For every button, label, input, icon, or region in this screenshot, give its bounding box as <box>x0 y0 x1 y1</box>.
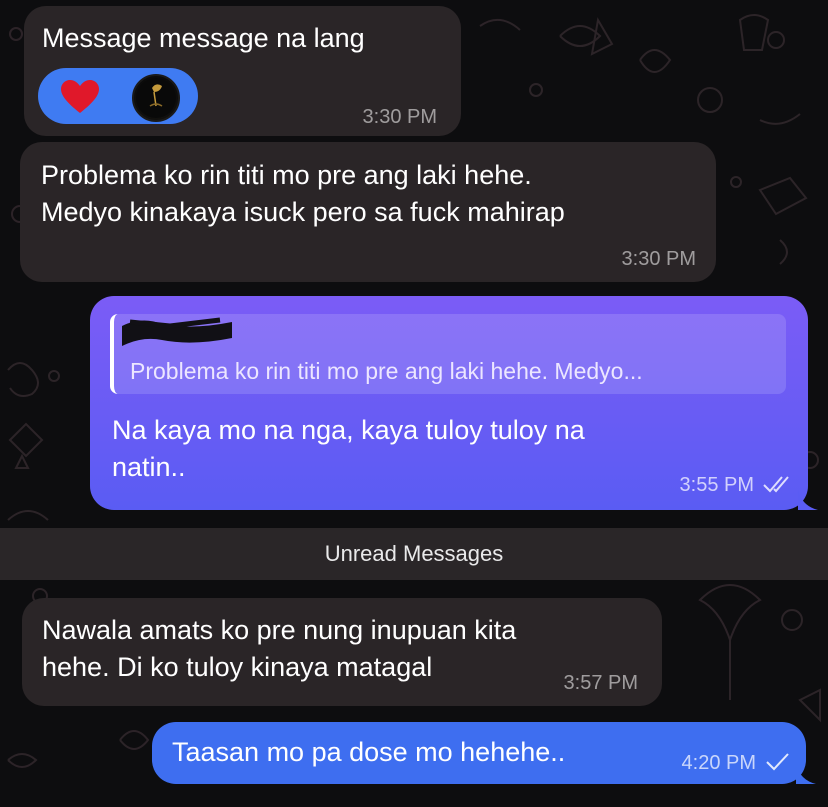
message-timestamp: 3:57 PM <box>563 672 638 694</box>
redacted-author-name <box>122 317 232 346</box>
double-check-icon <box>763 476 789 493</box>
message-timestamp: 3:30 PM <box>362 106 437 128</box>
message-text: Problema ko rin titi mo pre ang laki heh… <box>41 160 565 227</box>
incoming-message-bubble[interactable]: Message message na lang 3:30 PM <box>24 6 461 136</box>
message-timestamp: 4:20 PM <box>681 752 756 774</box>
message-text: Message message na lang <box>42 23 365 53</box>
heart-icon <box>61 80 99 113</box>
bubble-tail <box>796 764 816 784</box>
reaction-pill[interactable] <box>38 68 198 124</box>
message-text: Na kaya mo na nga, kaya tuloy tuloy na n… <box>112 415 585 482</box>
outgoing-message-bubble[interactable]: Problema ko rin titi mo pre ang laki heh… <box>90 296 818 510</box>
reply-quote[interactable]: Problema ko rin titi mo pre ang laki heh… <box>110 314 786 394</box>
outgoing-message-bubble[interactable]: Taasan mo pa dose mo hehehe.. 4:20 PM <box>152 722 816 784</box>
unread-messages-divider: Unread Messages <box>0 528 828 580</box>
reactor-avatar <box>132 74 180 122</box>
bubble-tail <box>798 490 818 510</box>
message-timestamp: 3:55 PM <box>679 474 754 496</box>
unread-divider-label: Unread Messages <box>324 541 504 566</box>
message-text: Taasan mo pa dose mo hehehe.. <box>172 737 566 767</box>
reply-preview-text: Problema ko rin titi mo pre ang laki heh… <box>130 358 643 384</box>
check-icon <box>766 753 789 771</box>
message-text: Nawala amats ko pre nung inupuan kita he… <box>42 615 517 682</box>
message-timestamp: 3:30 PM <box>621 248 696 270</box>
incoming-message-bubble[interactable]: Nawala amats ko pre nung inupuan kita he… <box>22 598 662 706</box>
incoming-message-bubble[interactable]: Problema ko rin titi mo pre ang laki heh… <box>20 142 716 282</box>
